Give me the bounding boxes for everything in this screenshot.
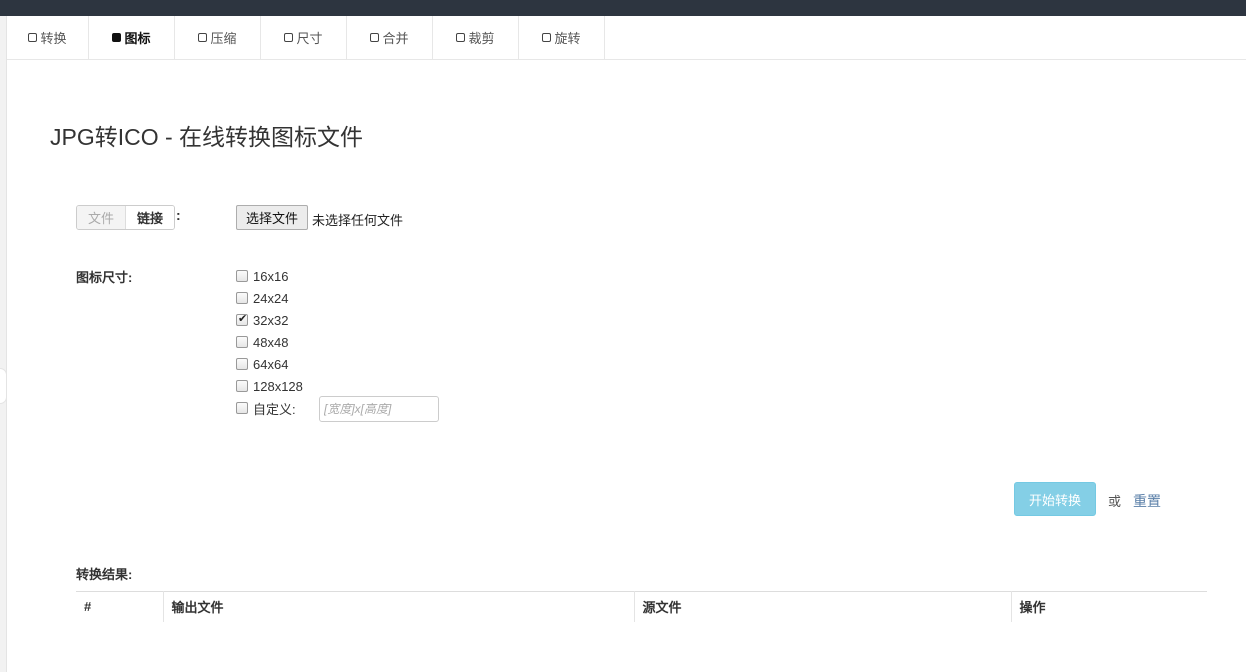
left-edge-handle (0, 16, 7, 672)
results-label: 转换结果: (76, 567, 133, 582)
size-option-label: 48x48 (253, 334, 289, 350)
size-option-label: 32x32 (253, 312, 289, 328)
tab-checkbox-icon (112, 33, 122, 42)
checkbox-16[interactable] (236, 270, 248, 282)
mode-file-button[interactable]: 文件 (77, 206, 126, 229)
column-header-index: # (84, 599, 92, 615)
tab-label: 合并 (382, 31, 409, 46)
checkbox-48[interactable] (236, 336, 248, 348)
size-option-label: 16x16 (253, 268, 289, 284)
column-header-output: 输出文件 (162, 591, 634, 622)
source-mode-toggle: 文件 链接 (76, 205, 175, 230)
checkbox-128[interactable] (236, 380, 248, 392)
tab-label: 旋转 (554, 31, 581, 46)
mode-link-button[interactable]: 链接 (126, 206, 174, 229)
tab-label: 压缩 (210, 31, 237, 46)
size-option-label: 128x128 (253, 378, 303, 394)
size-option-16[interactable]: 16x16 (236, 266, 288, 286)
size-option-label: 自定义: (253, 401, 296, 417)
size-option-label: 24x24 (253, 290, 289, 306)
checkbox-64[interactable] (236, 358, 248, 370)
tool-tabs: 转换 图标 压缩 尺寸 合并 裁剪 旋转 (7, 16, 1246, 60)
size-option-24[interactable]: 24x24 (236, 288, 288, 308)
size-option-label: 64x64 (253, 356, 289, 372)
tab-label: 图标 (124, 31, 151, 46)
page-title: JPG转ICO - 在线转换图标文件 (50, 124, 364, 150)
tab-label: 转换 (40, 31, 67, 46)
file-status-text: 未选择任何文件 (312, 213, 404, 228)
tab-checkbox-icon (456, 33, 466, 42)
tab-checkbox-icon (370, 33, 380, 42)
icon-size-label: 图标尺寸: (76, 270, 133, 285)
tab-checkbox-icon (284, 33, 294, 42)
tab-crop[interactable]: 裁剪 (433, 16, 519, 59)
tab-rotate[interactable]: 旋转 (519, 16, 605, 59)
tab-compress[interactable]: 压缩 (175, 16, 261, 59)
table-header-row: # 输出文件 源文件 操作 (76, 591, 1207, 622)
size-option-48[interactable]: 48x48 (236, 332, 288, 352)
size-option-custom[interactable]: 自定义: (236, 398, 296, 418)
size-option-128[interactable]: 128x128 (236, 376, 303, 396)
custom-size-input[interactable] (319, 396, 439, 422)
side-toggle-handle[interactable] (0, 368, 7, 404)
start-convert-button[interactable]: 开始转换 (1014, 482, 1096, 516)
size-option-32[interactable]: 32x32 (236, 310, 288, 330)
checkbox-24[interactable] (236, 292, 248, 304)
tab-size[interactable]: 尺寸 (261, 16, 347, 59)
tab-checkbox-icon (198, 33, 208, 42)
tab-merge[interactable]: 合并 (347, 16, 433, 59)
size-option-64[interactable]: 64x64 (236, 354, 288, 374)
tab-checkbox-icon (28, 33, 38, 42)
tab-label: 裁剪 (468, 31, 495, 46)
reset-link[interactable]: 重置 (1133, 491, 1161, 511)
column-header-source: 源文件 (633, 591, 1011, 622)
checkbox-32[interactable] (236, 312, 248, 326)
mode-colon: : (176, 207, 181, 223)
tab-convert[interactable]: 转换 (7, 16, 89, 59)
tab-checkbox-icon (542, 33, 552, 42)
or-text: 或 (1108, 494, 1122, 509)
checkbox-custom[interactable] (236, 402, 248, 414)
tab-icon[interactable]: 图标 (89, 16, 175, 59)
top-bar (0, 0, 1246, 16)
tab-label: 尺寸 (296, 31, 323, 46)
column-header-actions: 操作 (1010, 591, 1207, 622)
choose-file-button[interactable]: 选择文件 (236, 205, 308, 230)
results-table: # 输出文件 源文件 操作 (76, 591, 1207, 622)
